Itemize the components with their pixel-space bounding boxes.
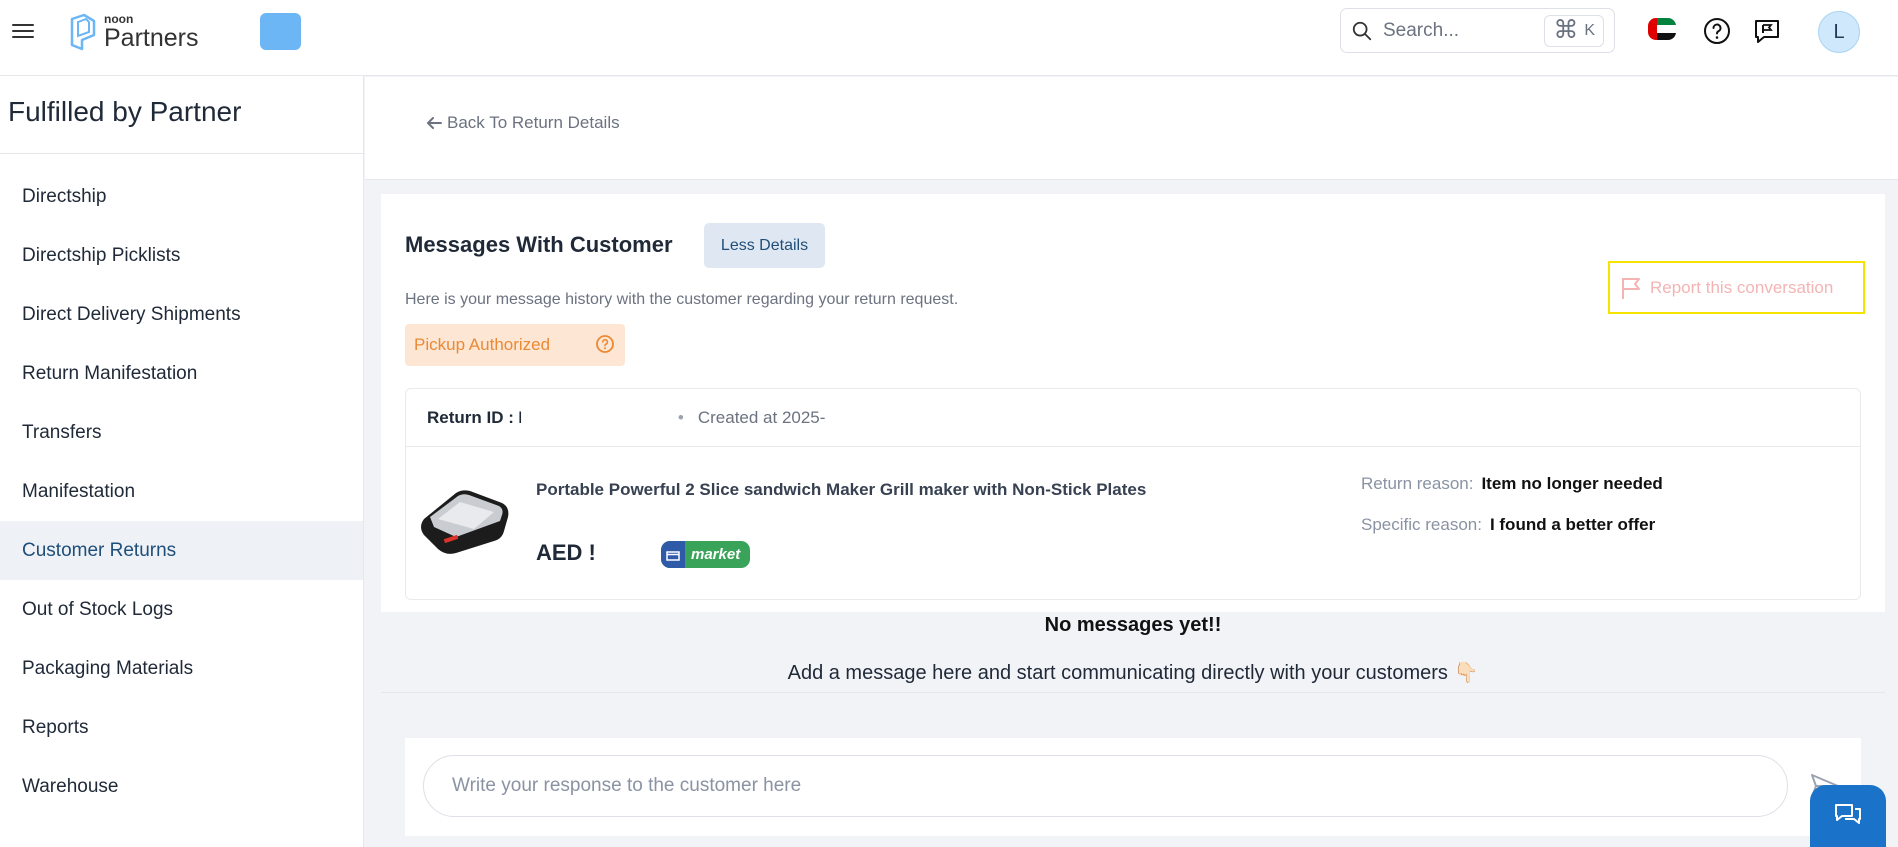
menu-icon[interactable]: [12, 20, 34, 42]
specific-reason-label: Specific reason:: [1361, 515, 1482, 534]
product-price: AED !: [536, 540, 596, 565]
messages-panel: Messages With Customer Less Details Repo…: [381, 194, 1885, 612]
logo-mark-icon: [70, 13, 96, 51]
chat-support-button[interactable]: [1810, 785, 1886, 847]
command-key-icon: ⌘: [1553, 16, 1579, 44]
return-card-header: Return ID : I • Created at 2025-: [406, 389, 1860, 447]
sidebar-item-out-of-stock-logs[interactable]: Out of Stock Logs: [0, 580, 363, 639]
empty-state-text: Add a message here and start communicati…: [787, 662, 1479, 684]
back-to-return-details-link[interactable]: Back To Return Details: [425, 113, 620, 133]
chat-icon: [1835, 804, 1861, 824]
sidebar-item-customer-returns[interactable]: Customer Returns: [0, 521, 363, 580]
logo-big-text: Partners: [104, 24, 199, 52]
back-bar: Back To Return Details: [365, 77, 1898, 180]
message-composer: Write your response to the customer here: [405, 738, 1861, 836]
shortcut-key: K: [1584, 21, 1595, 39]
specific-reason-value: I found a better offer: [1489, 515, 1656, 534]
return-reason-label: Return reason:: [1361, 474, 1474, 493]
store-switcher-button[interactable]: [260, 13, 301, 50]
less-details-button[interactable]: Less Details: [704, 223, 825, 268]
sidebar-item-transfers[interactable]: Transfers: [0, 403, 363, 462]
top-header: noon Partners Search... ⌘ K L: [0, 0, 1898, 76]
sidebar-item-directship-picklists[interactable]: Directship Picklists: [0, 226, 363, 285]
divider: [381, 692, 1885, 693]
arrow-left-icon: [427, 117, 442, 129]
return-reason-row: Return reason: Item no longer needed: [1361, 474, 1663, 494]
user-avatar[interactable]: L: [1818, 11, 1860, 53]
messages-subtitle: Here is your message history with the cu…: [405, 291, 959, 308]
help-icon[interactable]: [1702, 16, 1732, 46]
sidebar-item-reports[interactable]: Reports: [0, 698, 363, 757]
status-badge: Pickup Authorized: [405, 324, 625, 366]
sidebar-item-directship[interactable]: Directship: [0, 167, 363, 226]
sidebar-title: Fulfilled by Partner: [0, 76, 363, 154]
status-help-icon[interactable]: [595, 334, 615, 354]
uae-flag-icon[interactable]: [1648, 18, 1676, 40]
return-id-label: Return ID :: [427, 407, 514, 427]
flag-icon: [1622, 277, 1640, 299]
sidebar-item-return-manifestation[interactable]: Return Manifestation: [0, 344, 363, 403]
product-image[interactable]: [416, 479, 514, 561]
return-item-card: Return ID : I • Created at 2025- Portabl…: [405, 388, 1861, 600]
status-label: Pickup Authorized: [414, 335, 551, 354]
specific-reason-row: Specific reason: I found a better offer: [1361, 515, 1655, 535]
message-input[interactable]: Write your response to the customer here: [423, 755, 1788, 817]
report-conversation-button[interactable]: Report this conversation: [1608, 261, 1865, 314]
sidebar-item-manifestation[interactable]: Manifestation: [0, 462, 363, 521]
search-shortcut: ⌘ K: [1544, 14, 1604, 47]
report-label: Report this conversation: [1650, 277, 1834, 297]
sidebar-item-direct-delivery-shipments[interactable]: Direct Delivery Shipments: [0, 285, 363, 344]
messages-title: Messages With Customer: [405, 232, 673, 257]
market-label: market: [691, 546, 741, 563]
sidebar-item-packaging-materials[interactable]: Packaging Materials: [0, 639, 363, 698]
sidebar-item-warehouse[interactable]: Warehouse: [0, 757, 363, 816]
back-link-label: Back To Return Details: [447, 113, 620, 132]
feedback-icon[interactable]: [1752, 16, 1782, 46]
search-placeholder: Search...: [1383, 19, 1460, 41]
product-name: Portable Powerful 2 Slice sandwich Maker…: [536, 480, 1147, 499]
return-id-value: I: [517, 407, 523, 427]
separator-dot: •: [677, 407, 684, 427]
sidebar: Fulfilled by Partner Directship Directsh…: [0, 76, 364, 847]
noon-partners-logo[interactable]: noon Partners: [68, 12, 198, 52]
market-badge: market: [661, 541, 751, 568]
message-input-placeholder: Write your response to the customer here: [452, 775, 802, 796]
return-reason-value: Item no longer needed: [1481, 474, 1663, 493]
search-input[interactable]: Search... ⌘ K: [1340, 8, 1615, 53]
empty-state-title: No messages yet!!: [1044, 614, 1222, 636]
created-at: Created at 2025-: [697, 407, 826, 427]
store-icon: [661, 541, 685, 568]
search-icon: [1352, 21, 1372, 40]
